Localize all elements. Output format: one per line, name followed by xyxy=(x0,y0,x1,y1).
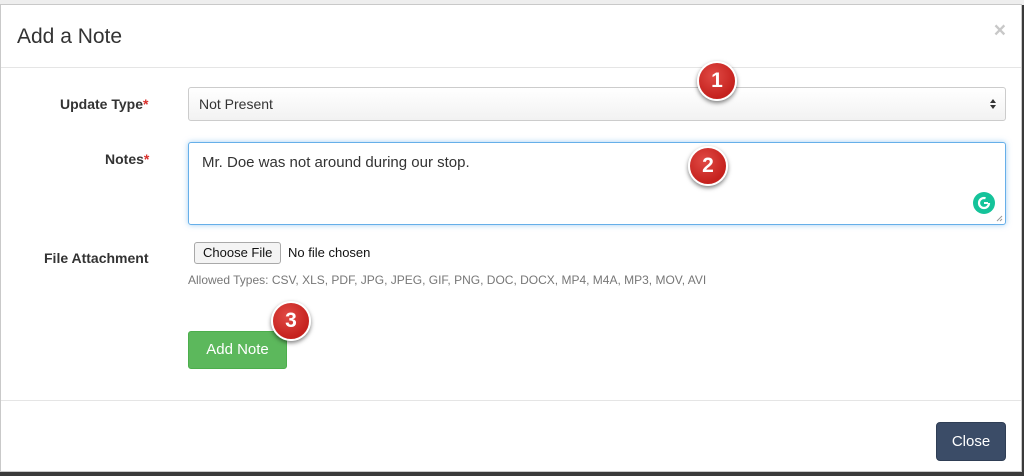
update-type-selected-value: Not Present xyxy=(199,96,273,112)
notes-textarea[interactable]: Mr. Doe was not around during our stop. xyxy=(188,142,1006,225)
update-type-select[interactable]: Not Present xyxy=(188,87,1006,121)
resize-handle-icon[interactable] xyxy=(996,215,1003,222)
select-arrows-icon xyxy=(990,99,996,109)
file-status-text: No file chosen xyxy=(288,245,371,260)
callout-3: 3 xyxy=(271,301,311,341)
callout-2: 2 xyxy=(688,146,728,186)
modal-title: Add a Note xyxy=(17,25,123,48)
update-type-label: Update Type* xyxy=(60,96,149,112)
add-note-button[interactable]: Add Note xyxy=(188,331,287,369)
required-marker: * xyxy=(142,96,149,112)
close-button[interactable]: Close xyxy=(936,422,1006,461)
allowed-types-help: Allowed Types: CSV, XLS, PDF, JPG, JPEG,… xyxy=(188,273,707,287)
add-note-modal: Add a Note × Update Type* Not Present No… xyxy=(0,4,1022,472)
choose-file-button[interactable]: Choose File xyxy=(194,242,282,264)
background-page xyxy=(0,472,1024,476)
notes-label: Notes* xyxy=(105,151,150,167)
required-marker: * xyxy=(143,151,150,167)
notes-text: Mr. Doe was not around during our stop. xyxy=(202,154,470,171)
grammarly-icon[interactable] xyxy=(973,192,995,214)
modal-footer: Close xyxy=(1,400,1021,473)
modal-header: Add a Note × xyxy=(1,5,1021,68)
callout-1: 1 xyxy=(697,61,737,101)
file-attachment-label: File Attachment xyxy=(44,250,149,266)
close-icon[interactable]: × xyxy=(994,20,1006,41)
